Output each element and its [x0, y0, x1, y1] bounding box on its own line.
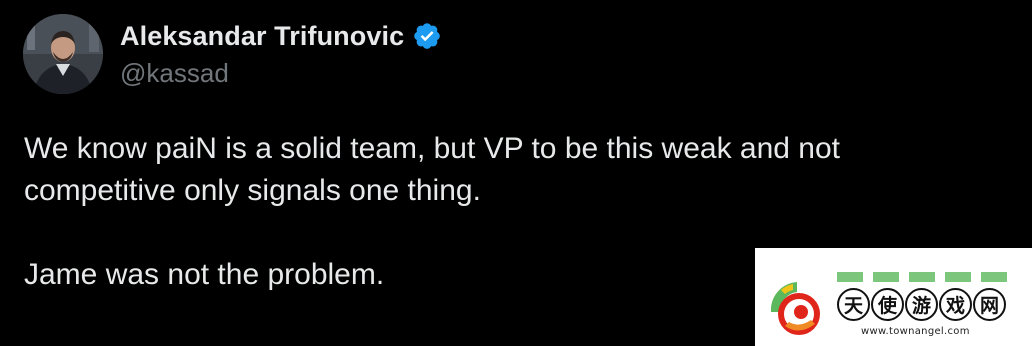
tweet-line-2: competitive only signals one thing.: [24, 174, 481, 207]
tweet-card: Aleksandar Trifunovic @kassad We know pa…: [0, 0, 1032, 346]
tweet-line-1: We know paiN is a solid team, but VP to …: [24, 132, 841, 165]
watermark-char: 天: [837, 288, 870, 321]
watermark-url: www.townangel.com: [861, 326, 970, 337]
verified-badge-icon: [412, 21, 442, 51]
watermark-title: 天 使 游 戏 网: [837, 288, 1006, 321]
avatar-photo: [23, 14, 103, 94]
watermark-char: 网: [973, 288, 1006, 321]
avatar[interactable]: [23, 14, 103, 94]
author-name-row[interactable]: Aleksandar Trifunovic: [120, 18, 442, 54]
watermark-char: 游: [905, 288, 938, 321]
watermark-char: 使: [871, 288, 904, 321]
watermark-logo-icon: [770, 282, 820, 335]
watermark-char: 戏: [939, 288, 972, 321]
author-display-name[interactable]: Aleksandar Trifunovic: [120, 21, 404, 52]
watermark: 天 使 游 戏 网 www.townangel.com: [755, 248, 1032, 346]
author-handle[interactable]: @kassad: [120, 58, 229, 89]
watermark-banner: [837, 272, 1017, 282]
